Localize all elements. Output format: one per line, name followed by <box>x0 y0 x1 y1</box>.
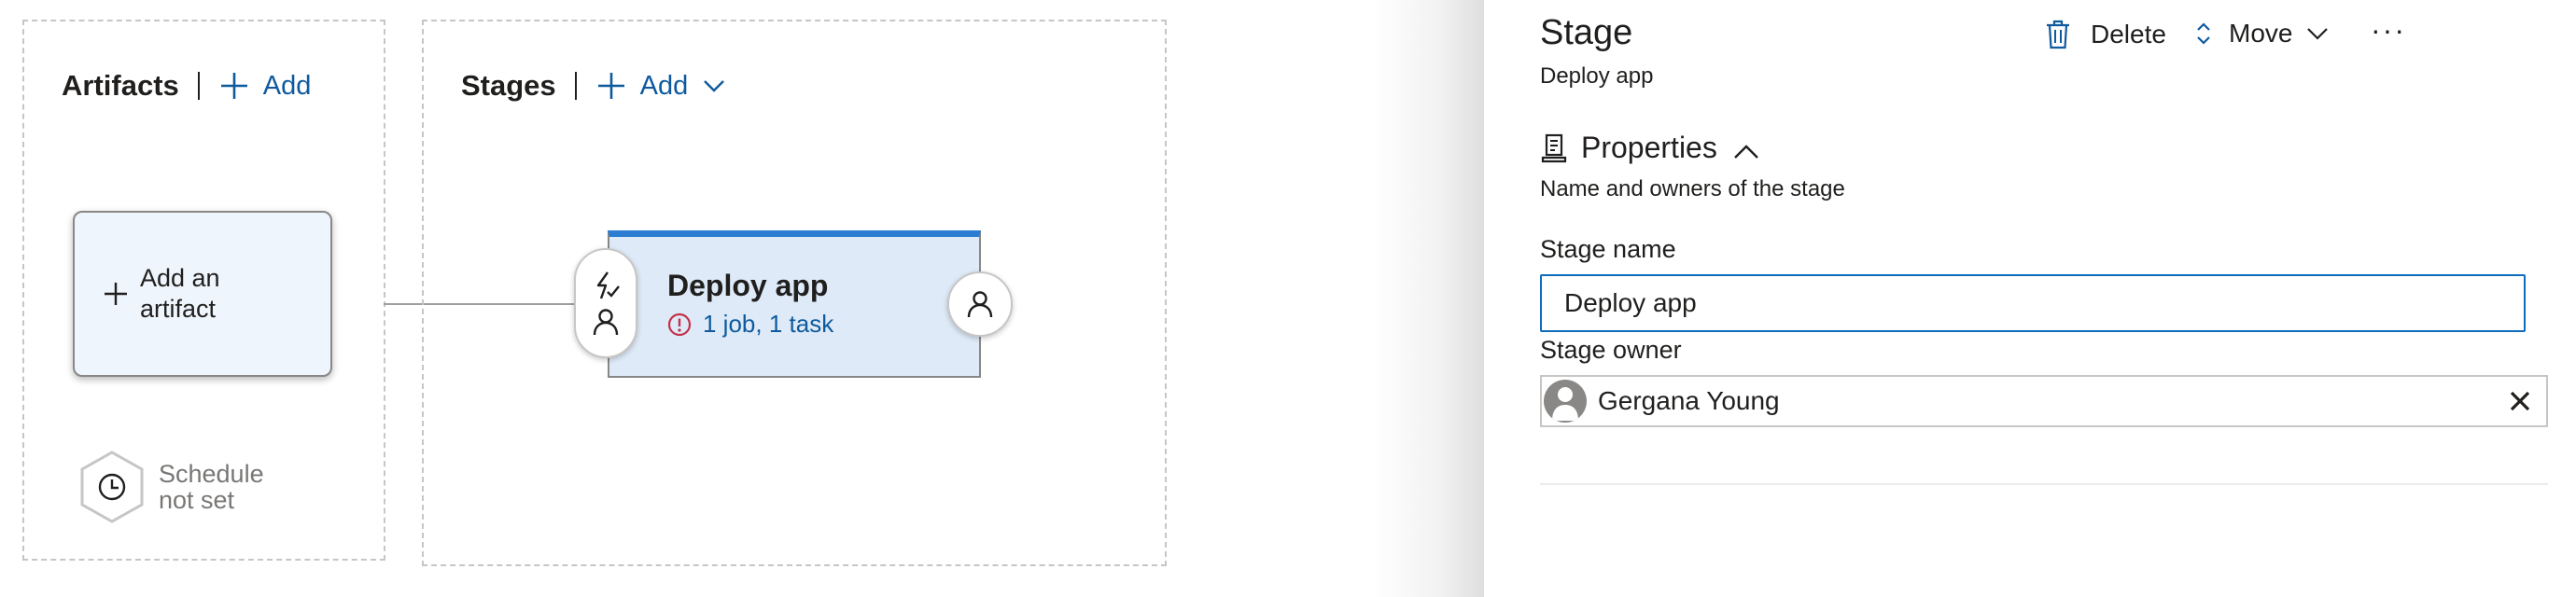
artifacts-title: Artifacts <box>62 69 179 102</box>
add-artifact-label: Add an artifact <box>140 264 220 323</box>
post-deployment-conditions[interactable] <box>947 271 1013 337</box>
delete-button[interactable]: Delete <box>2044 19 2166 50</box>
move-label: Move <box>2229 19 2293 48</box>
panel-title: Stage <box>1540 13 1633 52</box>
stage-properties-panel: Stage Deploy app Delete Move ··· Propert… <box>1484 0 2576 597</box>
stage-name-input[interactable] <box>1540 274 2526 332</box>
owner-name: Gergana Young <box>1598 386 1780 415</box>
chevron-down-icon <box>2307 28 2329 40</box>
plus-icon <box>105 283 127 305</box>
move-updown-icon <box>2197 22 2210 45</box>
section-divider <box>1540 483 2548 485</box>
stage-status-text: 1 job, 1 task <box>703 310 834 338</box>
more-options-label: ··· <box>2371 13 2406 47</box>
lightning-trigger-icon <box>596 271 620 299</box>
stage-name: Deploy app <box>667 269 829 302</box>
panel-shadow <box>1372 0 1484 597</box>
avatar <box>1544 380 1587 423</box>
schedule-label: Schedule not set <box>159 460 264 514</box>
pre-deployment-conditions[interactable] <box>574 248 637 358</box>
delete-label: Delete <box>2091 20 2166 49</box>
artifacts-header: Artifacts Add <box>62 69 311 103</box>
stages-title: Stages <box>461 69 556 102</box>
add-artifact-link-label: Add <box>262 70 312 101</box>
close-icon <box>2510 391 2530 411</box>
stage-status[interactable]: 1 job, 1 task <box>667 310 833 339</box>
properties-description: Name and owners of the stage <box>1540 176 1845 201</box>
stage-card[interactable]: Deploy app 1 job, 1 task <box>608 230 981 378</box>
schedule-clock-icon <box>80 451 144 523</box>
more-options-button[interactable]: ··· <box>2371 13 2406 48</box>
add-artifact-card[interactable]: Add an artifact <box>73 211 332 377</box>
stage-owner-picker[interactable]: Gergana Young <box>1540 375 2548 427</box>
properties-header: Properties <box>1581 131 1717 164</box>
plus-icon <box>597 73 624 99</box>
remove-owner-button[interactable] <box>2507 388 2533 419</box>
properties-section-toggle[interactable]: Properties <box>1540 131 1760 165</box>
trash-icon <box>2047 20 2069 49</box>
header-separator <box>574 72 577 100</box>
move-dropdown[interactable]: Move <box>2193 19 2330 49</box>
add-artifact-link[interactable]: Add <box>218 70 312 102</box>
stage-name-label: Stage name <box>1540 235 1676 263</box>
plus-icon <box>220 73 247 99</box>
user-approver-icon <box>593 309 619 336</box>
chevron-up-icon <box>1733 144 1758 159</box>
user-approver-icon <box>967 291 993 318</box>
add-stage-dropdown[interactable]: Add <box>595 70 728 102</box>
add-stage-label: Add <box>639 70 689 101</box>
header-separator <box>197 72 200 100</box>
pipeline-canvas: Artifacts Add Add an artifact Schedule n… <box>0 0 1484 597</box>
user-avatar-icon <box>1552 387 1578 421</box>
panel-subtitle: Deploy app <box>1540 63 1654 89</box>
stage-owner-label: Stage owner <box>1540 336 1682 364</box>
stages-header: Stages Add <box>461 69 727 103</box>
warning-circle-icon <box>667 312 692 336</box>
schedule-trigger[interactable]: Schedule not set <box>78 450 289 524</box>
properties-icon <box>1541 133 1567 162</box>
chevron-down-icon <box>704 80 725 92</box>
